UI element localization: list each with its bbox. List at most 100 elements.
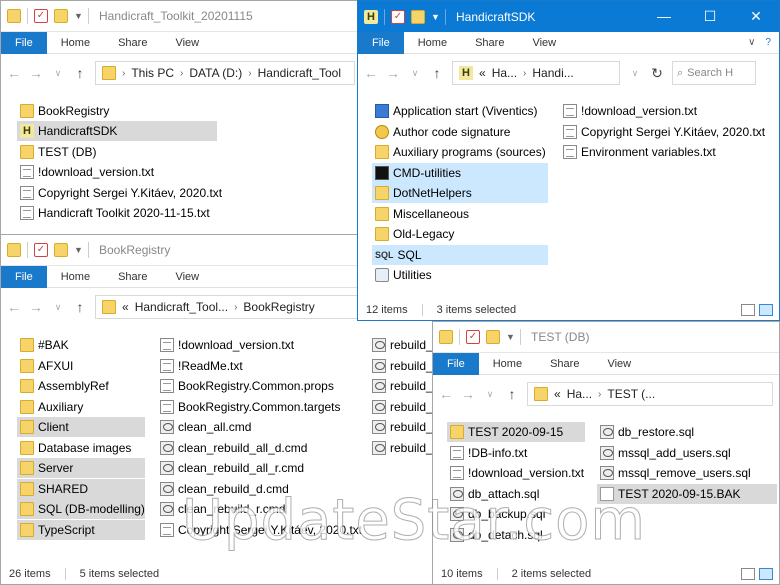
list-item[interactable]: Database images xyxy=(17,438,145,458)
list-item[interactable]: CMD-utilities xyxy=(372,162,548,183)
view-tab[interactable]: View xyxy=(593,358,645,370)
details-view-icon[interactable] xyxy=(741,304,755,316)
breadcrumb-handicraft[interactable]: Handicraft_Tool... xyxy=(135,300,228,314)
dropdown-chevron-icon[interactable]: ∨ xyxy=(628,68,642,79)
large-icons-view-icon[interactable] xyxy=(759,568,773,580)
list-item[interactable]: Application start (Viventics) xyxy=(372,101,548,121)
file-tab[interactable]: File xyxy=(433,352,479,375)
new-folder-icon[interactable] xyxy=(54,243,68,257)
list-item[interactable]: !download_version.txt xyxy=(447,463,585,483)
share-tab[interactable]: Share xyxy=(536,358,593,370)
list-item[interactable]: TEST 2020-09-15.BAK xyxy=(597,483,777,504)
share-tab[interactable]: Share xyxy=(461,37,518,49)
customize-arrow-icon[interactable]: ▼ xyxy=(431,10,440,24)
list-item[interactable]: !download_version.txt xyxy=(560,101,770,121)
recent-chevron-icon[interactable]: ∨ xyxy=(51,302,65,313)
list-item[interactable]: clean_rebuild_d.cmd xyxy=(157,479,367,499)
list-item[interactable]: !ReadMe.txt xyxy=(157,356,367,376)
home-tab[interactable]: Home xyxy=(47,37,104,49)
home-tab[interactable]: Home xyxy=(47,271,104,283)
properties-icon[interactable]: ✓ xyxy=(466,330,480,344)
back-arrow-icon[interactable]: ← xyxy=(439,386,453,402)
view-tab[interactable]: View xyxy=(161,271,213,283)
search-input[interactable]: ⌕ Search H xyxy=(672,61,756,85)
list-item[interactable]: db_backup.sql xyxy=(447,504,585,524)
large-icons-view-icon[interactable] xyxy=(759,304,773,316)
recent-chevron-icon[interactable]: ∨ xyxy=(408,68,422,79)
view-tab[interactable]: View xyxy=(161,37,213,49)
back-arrow-icon[interactable]: ← xyxy=(7,299,21,315)
list-item[interactable]: rebuild_ xyxy=(369,417,439,437)
file-tab[interactable]: File xyxy=(358,31,404,54)
list-item[interactable]: db_restore.sql xyxy=(597,422,777,442)
list-item[interactable]: Auxiliary programs (sources) xyxy=(372,142,548,162)
share-tab[interactable]: Share xyxy=(104,271,161,283)
list-item[interactable]: Old-Legacy xyxy=(372,224,548,244)
breadcrumb-data-drive[interactable]: DATA (D:) xyxy=(189,66,242,80)
forward-arrow-icon[interactable]: → xyxy=(386,65,400,81)
window-handicraft-toolkit[interactable]: ✓ ▼ Handicraft_Toolkit_20201115 File Hom… xyxy=(0,0,362,240)
address-box[interactable]: « Ha... › TEST (... xyxy=(527,382,773,406)
refresh-icon[interactable]: ↻ xyxy=(650,65,664,82)
breadcrumb-ha[interactable]: Ha... xyxy=(567,387,592,401)
list-item[interactable]: Environment variables.txt xyxy=(560,142,770,162)
list-item[interactable]: AFXUI xyxy=(17,356,145,376)
chevron-down-icon[interactable]: ∨ xyxy=(748,37,755,48)
list-item[interactable]: rebuild_ xyxy=(369,335,439,355)
list-item[interactable]: clean_rebuild_r.cmd xyxy=(157,499,367,519)
list-item[interactable]: Utilities xyxy=(372,265,548,285)
customize-arrow-icon[interactable]: ▼ xyxy=(506,330,515,344)
forward-arrow-icon[interactable]: → xyxy=(461,386,475,402)
list-item[interactable]: rebuild_ xyxy=(369,376,439,396)
properties-icon[interactable]: ✓ xyxy=(34,9,48,23)
list-item[interactable]: SQL SQL xyxy=(372,244,548,265)
title-bar[interactable]: ✓ ▼ TEST (DB) xyxy=(433,322,779,353)
home-tab[interactable]: Home xyxy=(479,358,536,370)
list-item[interactable]: BookRegistry.Common.targets xyxy=(157,397,367,417)
breadcrumb-overflow[interactable]: « xyxy=(479,66,486,80)
list-item[interactable]: AssemblyRef xyxy=(17,376,145,396)
new-folder-icon[interactable] xyxy=(54,9,68,23)
up-arrow-icon[interactable]: ↑ xyxy=(505,386,519,402)
breadcrumb-this-pc[interactable]: This PC xyxy=(131,66,174,80)
forward-arrow-icon[interactable]: → xyxy=(29,65,43,81)
list-item[interactable]: H HandicraftSDK xyxy=(17,121,217,141)
list-item[interactable]: Copyright Sergei Y.Kitáev, 2020.txt xyxy=(560,122,770,142)
address-box[interactable]: H « Ha... › Handi... xyxy=(452,61,620,85)
share-tab[interactable]: Share xyxy=(104,37,161,49)
up-arrow-icon[interactable]: ↑ xyxy=(73,299,87,315)
address-box[interactable]: › This PC › DATA (D:) › Handicraft_Tool xyxy=(95,61,355,85)
breadcrumb-ha[interactable]: Ha... xyxy=(492,66,517,80)
breadcrumb-handi[interactable]: Handi... xyxy=(532,66,573,80)
list-item[interactable]: Client xyxy=(17,417,145,437)
new-folder-icon[interactable] xyxy=(411,9,425,24)
list-item[interactable]: clean_rebuild_all_r.cmd xyxy=(157,458,367,478)
recent-chevron-icon[interactable]: ∨ xyxy=(483,389,497,400)
view-tab[interactable]: View xyxy=(518,37,570,49)
list-item[interactable]: rebuild_ xyxy=(369,438,439,458)
title-bar[interactable]: H ✓ ▼ HandicraftSDK — ☐ ✕ xyxy=(358,1,779,32)
list-item[interactable]: clean_all.cmd xyxy=(157,417,367,437)
file-tab[interactable]: File xyxy=(1,31,47,54)
list-item[interactable]: Copyright Sergei Y.Kitáev, 2020.txt xyxy=(157,520,367,540)
breadcrumb-test[interactable]: TEST (... xyxy=(607,387,655,401)
list-item[interactable]: Server xyxy=(17,458,145,478)
back-arrow-icon[interactable]: ← xyxy=(7,65,21,81)
up-arrow-icon[interactable]: ↑ xyxy=(73,65,87,81)
title-bar[interactable]: ✓ ▼ Handicraft_Toolkit_20201115 xyxy=(1,1,361,32)
breadcrumb-overflow[interactable]: « xyxy=(554,387,561,401)
breadcrumb-bookregistry[interactable]: BookRegistry xyxy=(243,300,314,314)
customize-arrow-icon[interactable]: ▼ xyxy=(74,9,83,23)
list-item[interactable]: clean_rebuild_all_d.cmd xyxy=(157,438,367,458)
list-item[interactable]: !DB-info.txt xyxy=(447,443,585,463)
window-handicraftsdk[interactable]: H ✓ ▼ HandicraftSDK — ☐ ✕ File Home Shar… xyxy=(357,0,780,321)
list-item[interactable]: SHARED xyxy=(17,478,145,499)
breadcrumb-overflow[interactable]: « xyxy=(122,300,129,314)
properties-icon[interactable]: ✓ xyxy=(391,9,405,24)
window-test-db[interactable]: ✓ ▼ TEST (DB) File Home Share View ← → ∨… xyxy=(432,321,780,585)
list-item[interactable]: SQL (DB-modelling) xyxy=(17,499,145,519)
details-view-icon[interactable] xyxy=(741,568,755,580)
properties-icon[interactable]: ✓ xyxy=(34,243,48,257)
customize-arrow-icon[interactable]: ▼ xyxy=(74,243,83,257)
list-item[interactable]: BookRegistry.Common.props xyxy=(157,376,367,396)
